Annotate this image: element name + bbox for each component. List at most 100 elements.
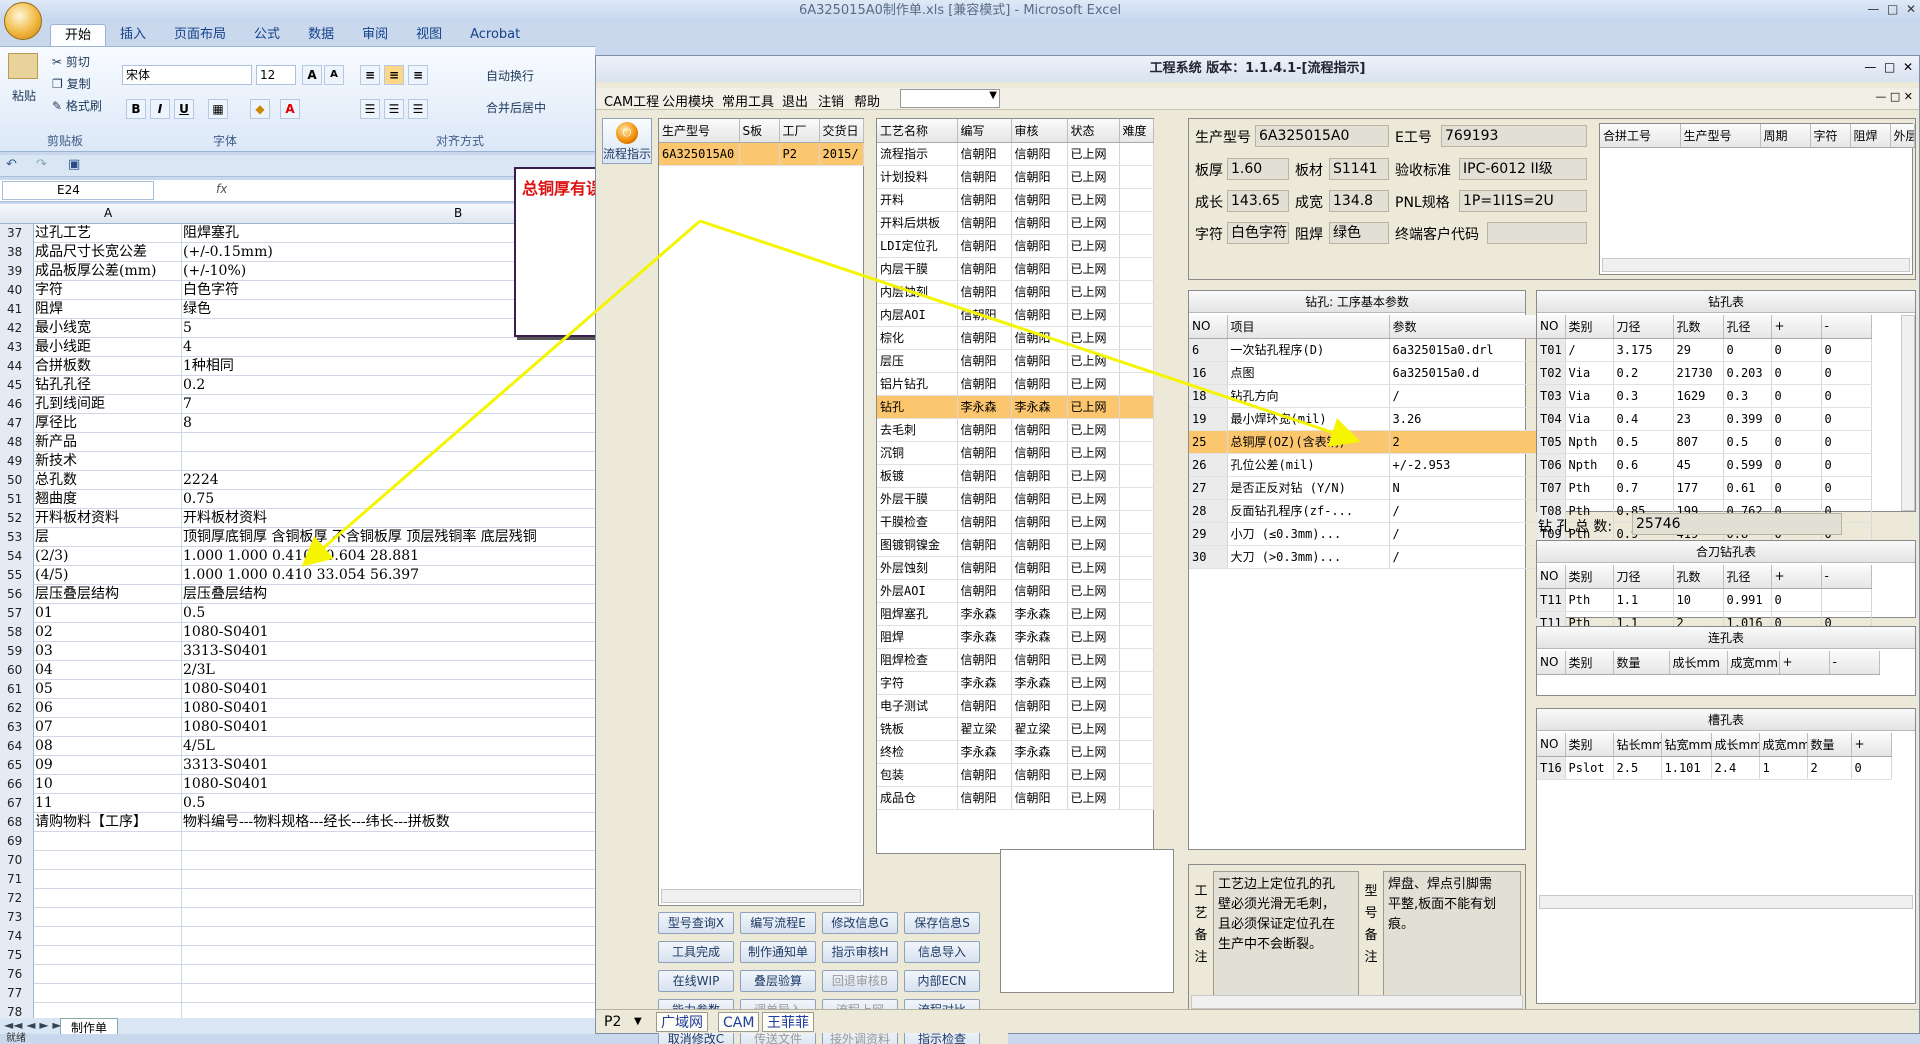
column-header[interactable]: 类别 bbox=[1565, 651, 1614, 675]
cell-a[interactable] bbox=[35, 889, 182, 908]
cell-a[interactable] bbox=[35, 965, 182, 984]
column-header[interactable]: 外层 bbox=[1890, 124, 1915, 148]
mdi-restore-icon[interactable]: □ bbox=[1890, 90, 1900, 103]
column-header[interactable]: 孔数 bbox=[1673, 565, 1724, 589]
column-header[interactable]: 周期 bbox=[1760, 124, 1811, 148]
table-row[interactable]: 27 是否正反对钻 (Y/N) N bbox=[1189, 476, 1538, 500]
copy-button[interactable]: ❐ 复制 bbox=[52, 75, 91, 92]
cell-b[interactable]: 1.000 1.000 0.410 60.604 28.881 bbox=[183, 547, 595, 566]
column-header[interactable]: 项目 bbox=[1227, 315, 1390, 339]
column-header[interactable]: S板 bbox=[739, 119, 780, 143]
menu-common-modules[interactable]: 公用模块 bbox=[662, 91, 714, 110]
column-b-header[interactable]: B bbox=[454, 206, 462, 220]
cell-b[interactable] bbox=[183, 832, 595, 851]
row-number[interactable]: 74 bbox=[0, 927, 34, 946]
table-row[interactable]: 18 钻孔方向 / bbox=[1189, 384, 1538, 408]
cell-a[interactable]: 孔到线间距 bbox=[35, 395, 182, 414]
column-header[interactable]: 类别 bbox=[1565, 565, 1614, 589]
table-row[interactable]: 棕化 信朝阳 信朝阳 已上网 bbox=[877, 326, 1154, 350]
column-header[interactable]: 工艺名称 bbox=[877, 119, 958, 143]
cell-a[interactable]: 阻焊 bbox=[35, 300, 182, 319]
table-row[interactable]: 字符 李永森 李永森 已上网 bbox=[877, 671, 1154, 695]
cell-b[interactable] bbox=[183, 452, 595, 471]
row-number[interactable]: 37 bbox=[0, 224, 34, 243]
action-button[interactable]: 修改信息G bbox=[822, 912, 898, 934]
cell-b[interactable]: 1080-S0401 bbox=[183, 699, 595, 718]
table-row[interactable]: T07 Pth 0.7 177 0.61 0 0 bbox=[1537, 476, 1872, 500]
menu-logout[interactable]: 注销 bbox=[818, 91, 844, 110]
mdi-minimize-icon[interactable]: — bbox=[1875, 90, 1886, 103]
column-header[interactable]: 成长mm bbox=[1669, 651, 1728, 675]
row-number[interactable]: 42 bbox=[0, 319, 34, 338]
column-header[interactable]: 类别 bbox=[1565, 315, 1614, 339]
cell-b[interactable] bbox=[183, 851, 595, 870]
cell-a[interactable]: 请购物料【工序】 bbox=[35, 813, 182, 832]
column-header[interactable]: 生产型号 bbox=[1680, 124, 1761, 148]
row-number[interactable]: 75 bbox=[0, 946, 34, 965]
menu-exit[interactable]: 退出 bbox=[782, 91, 808, 110]
tab-view[interactable]: 视图 bbox=[402, 24, 456, 46]
redo-icon[interactable]: ↷ bbox=[36, 157, 47, 172]
row-number[interactable]: 40 bbox=[0, 281, 34, 300]
cell-b[interactable]: 1080-S0401 bbox=[183, 680, 595, 699]
cell-b[interactable]: 0.2 bbox=[183, 376, 595, 395]
width-field[interactable]: 134.8 bbox=[1329, 190, 1389, 212]
cell-a[interactable] bbox=[35, 908, 182, 927]
font-name-select[interactable]: 宋体 bbox=[122, 65, 252, 85]
cell-b[interactable]: 顶铜厚底铜厚 含铜板厚 不含铜板厚 顶层残铜率 底层残铜 bbox=[183, 528, 595, 547]
column-header[interactable]: 审核 bbox=[1011, 119, 1068, 143]
standard-field[interactable]: IPC-6012 II级 bbox=[1459, 158, 1587, 180]
cell-a[interactable]: 过孔工艺 bbox=[35, 224, 182, 243]
table-row[interactable]: T06 Npth 0.6 45 0.599 0 0 bbox=[1537, 453, 1872, 477]
action-button[interactable]: 保存信息S bbox=[904, 912, 980, 934]
process-memo[interactable]: 工艺边上定位孔的孔壁必须光滑无毛刺，且必须保证定位孔在生产中不会断裂。 bbox=[1213, 871, 1359, 999]
underline-button[interactable]: U bbox=[174, 99, 194, 119]
row-number[interactable]: 68 bbox=[0, 813, 34, 832]
thickness-field[interactable]: 1.60 bbox=[1227, 158, 1289, 180]
table-row[interactable]: 16 点图 6a325015a0.d bbox=[1189, 361, 1538, 385]
row-number[interactable]: 63 bbox=[0, 718, 34, 737]
row-number[interactable]: 65 bbox=[0, 756, 34, 775]
cell-a[interactable] bbox=[35, 832, 182, 851]
row-number[interactable]: 44 bbox=[0, 357, 34, 376]
customer-code-field[interactable] bbox=[1487, 222, 1587, 244]
row-number[interactable]: 52 bbox=[0, 509, 34, 528]
table-row[interactable]: 钻孔 李永森 李永森 已上网 bbox=[877, 395, 1154, 419]
close-icon[interactable]: ✕ bbox=[1906, 2, 1916, 16]
pnl-field[interactable]: 1P=1I1S=2U bbox=[1459, 190, 1587, 212]
table-row[interactable]: 阻焊 李永森 李永森 已上网 bbox=[877, 625, 1154, 649]
wrap-text-button[interactable]: 自动换行 bbox=[486, 67, 534, 84]
cell-a[interactable]: 厚径比 bbox=[35, 414, 182, 433]
row-number[interactable]: 47 bbox=[0, 414, 34, 433]
italic-button[interactable]: I bbox=[150, 99, 170, 119]
cell-b[interactable] bbox=[183, 927, 595, 946]
cell-a[interactable]: 03 bbox=[35, 642, 182, 661]
table-row[interactable]: T04 Via 0.4 23 0.399 0 0 bbox=[1537, 407, 1872, 431]
align-bottom-icon[interactable]: ≡ bbox=[408, 65, 428, 85]
menu-cam[interactable]: CAM工程 bbox=[604, 91, 659, 110]
table-row[interactable]: 铝片钻孔 信朝阳 信朝阳 已上网 bbox=[877, 372, 1154, 396]
row-number[interactable]: 55 bbox=[0, 566, 34, 585]
cut-button[interactable]: ✂ 剪切 bbox=[52, 53, 90, 70]
grow-font-button[interactable]: A bbox=[302, 65, 322, 85]
action-button[interactable]: 内部ECN bbox=[904, 970, 980, 992]
table-row[interactable]: 包装 信朝阳 信朝阳 已上网 bbox=[877, 763, 1154, 787]
cell-b[interactable]: 1.000 1.000 0.410 33.054 56.397 bbox=[183, 566, 595, 585]
align-right-icon[interactable]: ☰ bbox=[408, 99, 428, 119]
cell-a[interactable]: 07 bbox=[35, 718, 182, 737]
table-row[interactable]: 阻焊检查 信朝阳 信朝阳 已上网 bbox=[877, 648, 1154, 672]
table-row[interactable]: 外层蚀刻 信朝阳 信朝阳 已上网 bbox=[877, 556, 1154, 580]
row-number[interactable]: 49 bbox=[0, 452, 34, 471]
row-number[interactable]: 70 bbox=[0, 851, 34, 870]
cell-a[interactable]: 开料板材资料 bbox=[35, 509, 182, 528]
column-header[interactable]: - bbox=[1821, 315, 1872, 339]
action-button[interactable]: 型号查询X bbox=[658, 912, 734, 934]
cell-a[interactable]: 字符 bbox=[35, 281, 182, 300]
cell-a[interactable]: 成品尺寸长宽公差 bbox=[35, 243, 182, 262]
row-number[interactable]: 57 bbox=[0, 604, 34, 623]
column-header[interactable]: NO bbox=[1537, 565, 1566, 589]
column-header[interactable]: 类别 bbox=[1565, 733, 1614, 757]
table-row[interactable]: 外层AOI 信朝阳 信朝阳 已上网 bbox=[877, 579, 1154, 603]
align-left-icon[interactable]: ☰ bbox=[360, 99, 380, 119]
menu-common-tools[interactable]: 常用工具 bbox=[722, 91, 774, 110]
